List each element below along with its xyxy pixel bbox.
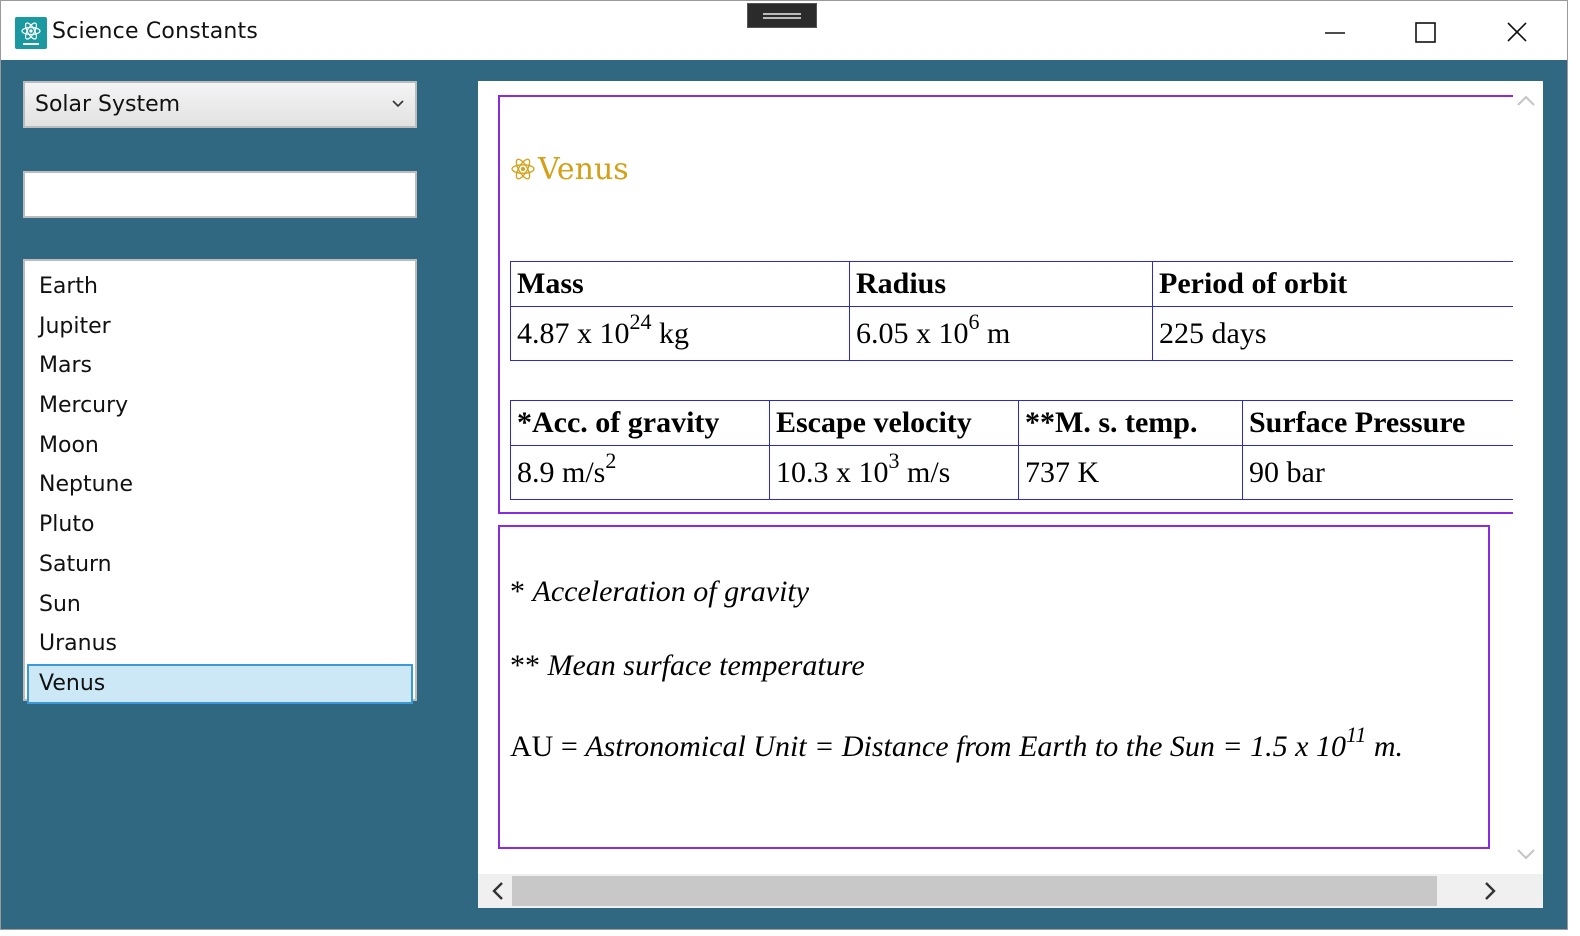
list-item-sun[interactable]: Sun — [27, 585, 413, 625]
drag-handle[interactable] — [747, 3, 817, 28]
category-dropdown[interactable]: Solar System — [23, 81, 417, 128]
value-period: 225 days — [1152, 306, 1513, 361]
atom-icon — [511, 158, 535, 180]
title-bar[interactable]: Science Constants — [1, 1, 1567, 60]
value-gravity: 8.9 m/s2 — [510, 445, 770, 500]
list-item-jupiter[interactable]: Jupiter — [27, 307, 413, 347]
science-app-icon — [15, 17, 47, 49]
planet-list[interactable]: Earth Jupiter Mars Mercury Moon Neptune … — [23, 259, 417, 704]
scroll-down-icon[interactable] — [1514, 844, 1538, 864]
chevron-down-icon — [392, 100, 404, 108]
scroll-up-icon[interactable] — [1514, 91, 1538, 111]
header-temperature: **M. s. temp. — [1018, 400, 1243, 446]
maximize-button[interactable] — [1381, 7, 1473, 59]
planet-name: Venus — [538, 152, 629, 187]
scroll-left-icon[interactable] — [486, 879, 510, 903]
horizontal-scrollbar[interactable] — [478, 874, 1543, 908]
list-item-earth[interactable]: Earth — [27, 267, 413, 307]
header-escape-velocity: Escape velocity — [769, 400, 1019, 446]
properties-table-1: Mass Radius Period of orbit 4.87 x 1024 … — [510, 261, 1513, 361]
value-pressure: 90 bar — [1242, 445, 1513, 500]
header-radius: Radius — [849, 261, 1153, 307]
header-mass: Mass — [510, 261, 850, 307]
value-temperature: 737 K — [1018, 445, 1243, 500]
list-item-saturn[interactable]: Saturn — [27, 545, 413, 585]
value-escape-velocity: 10.3 x 103 m/s — [769, 445, 1019, 500]
list-item-venus[interactable]: Venus — [27, 663, 413, 704]
note-temperature: ** Mean surface temperature — [510, 649, 865, 682]
category-value: Solar System — [35, 92, 181, 117]
planet-heading: Venus — [510, 152, 629, 187]
value-radius: 6.05 x 106 m — [849, 306, 1153, 361]
close-button[interactable] — [1471, 7, 1563, 59]
horizontal-scroll-thumb[interactable] — [512, 876, 1437, 906]
search-input[interactable] — [23, 171, 417, 218]
note-gravity: * Acceleration of gravity — [510, 575, 810, 608]
list-item-mars[interactable]: Mars — [27, 346, 413, 386]
list-item-mercury[interactable]: Mercury — [27, 386, 413, 426]
notes-box: * Acceleration of gravity ** Mean surfac… — [498, 525, 1490, 849]
minimize-button[interactable] — [1289, 7, 1381, 59]
planet-info-box: Venus Mass Radius Period of orbit 4.87 x… — [498, 95, 1513, 514]
scroll-right-icon[interactable] — [1478, 879, 1502, 903]
note-astronomical-unit: AU = Astronomical Unit = Distance from E… — [510, 722, 1404, 764]
app-window: Science Constants Solar System Earth Jup… — [0, 0, 1568, 930]
window-title: Science Constants — [52, 19, 259, 44]
value-mass: 4.87 x 1024 kg — [510, 306, 850, 361]
header-pressure: Surface Pressure — [1242, 400, 1513, 446]
properties-table-2: *Acc. of gravity Escape velocity **M. s.… — [510, 400, 1513, 500]
content-panel: Venus Mass Radius Period of orbit 4.87 x… — [478, 81, 1543, 908]
header-gravity: *Acc. of gravity — [510, 400, 770, 446]
list-item-neptune[interactable]: Neptune — [27, 465, 413, 505]
header-period: Period of orbit — [1152, 261, 1513, 307]
list-item-uranus[interactable]: Uranus — [27, 624, 413, 664]
list-item-pluto[interactable]: Pluto — [27, 505, 413, 545]
list-item-moon[interactable]: Moon — [27, 426, 413, 466]
